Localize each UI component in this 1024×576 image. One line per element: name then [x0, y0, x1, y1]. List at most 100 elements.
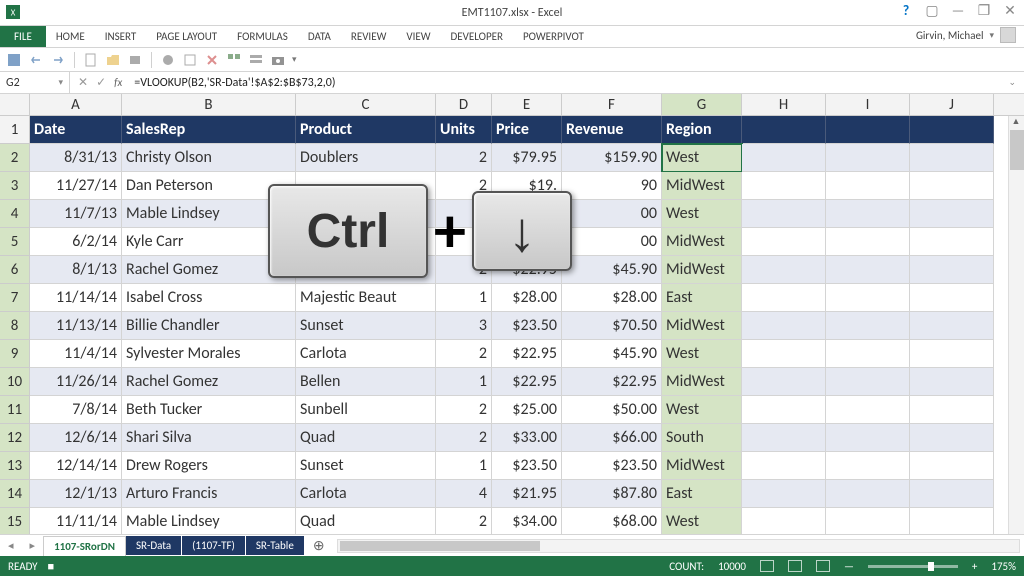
row-header[interactable]: 12 — [0, 424, 30, 452]
cell[interactable]: 11/14/14 — [30, 284, 122, 312]
restore-icon[interactable]: ❐ — [976, 4, 992, 20]
vertical-scrollbar[interactable]: ▲ ▼ — [1008, 116, 1024, 552]
cell[interactable]: 11/7/13 — [30, 200, 122, 228]
header-cell[interactable]: Product — [296, 116, 436, 144]
cell[interactable]: $23.50 — [492, 312, 562, 340]
cell[interactable]: Quad — [296, 508, 436, 536]
col-header-e[interactable]: E — [492, 94, 562, 115]
scroll-thumb[interactable] — [340, 541, 540, 551]
header-cell[interactable] — [910, 116, 994, 144]
col-header-h[interactable]: H — [742, 94, 826, 115]
row-header[interactable]: 7 — [0, 284, 30, 312]
row-header[interactable]: 11 — [0, 396, 30, 424]
cell[interactable] — [742, 508, 826, 536]
col-header-i[interactable]: I — [826, 94, 910, 115]
cell[interactable] — [742, 228, 826, 256]
cell[interactable] — [742, 144, 826, 172]
cell[interactable] — [742, 200, 826, 228]
sheet-nav-next-icon[interactable]: ▸ — [22, 539, 44, 552]
sheet-tab[interactable]: SR-Data — [126, 536, 182, 555]
cell[interactable]: Bellen — [296, 368, 436, 396]
enter-icon[interactable]: ✓ — [96, 75, 106, 90]
cell[interactable]: 00 — [562, 200, 662, 228]
tab-data[interactable]: DATA — [298, 26, 341, 47]
cell[interactable]: $34.00 — [492, 508, 562, 536]
row-header[interactable]: 6 — [0, 256, 30, 284]
tab-file[interactable]: FILE — [0, 26, 46, 47]
cell[interactable]: $87.80 — [562, 480, 662, 508]
form-icon[interactable] — [248, 52, 264, 68]
cell[interactable]: $159.90 — [562, 144, 662, 172]
cell[interactable]: Mable Lindsey — [122, 508, 296, 536]
cell[interactable] — [826, 256, 910, 284]
cell[interactable]: $70.50 — [562, 312, 662, 340]
cell[interactable]: Carlota — [296, 340, 436, 368]
row-header[interactable]: 4 — [0, 200, 30, 228]
cell[interactable] — [742, 480, 826, 508]
cell[interactable]: West — [662, 508, 742, 536]
cell[interactable]: 2 — [436, 144, 492, 172]
row-header[interactable]: 10 — [0, 368, 30, 396]
zoom-thumb[interactable] — [928, 562, 934, 571]
cell[interactable] — [910, 396, 994, 424]
cell[interactable]: $22.95 — [492, 368, 562, 396]
cell[interactable]: MidWest — [662, 228, 742, 256]
cell[interactable] — [742, 396, 826, 424]
cell[interactable] — [742, 172, 826, 200]
cell[interactable] — [910, 508, 994, 536]
cell[interactable]: Carlota — [296, 480, 436, 508]
cell[interactable]: 6/2/14 — [30, 228, 122, 256]
cell[interactable]: 1 — [436, 452, 492, 480]
cell[interactable]: $28.00 — [492, 284, 562, 312]
cell[interactable]: $23.50 — [562, 452, 662, 480]
cell[interactable] — [910, 368, 994, 396]
cell[interactable] — [826, 228, 910, 256]
cell[interactable]: $45.90 — [562, 340, 662, 368]
cell[interactable]: East — [662, 480, 742, 508]
page-layout-view-icon[interactable] — [788, 560, 802, 572]
normal-view-icon[interactable] — [760, 560, 774, 572]
camera-icon[interactable] — [270, 52, 286, 68]
cell[interactable]: 3 — [436, 312, 492, 340]
tab-review[interactable]: REVIEW — [341, 26, 397, 47]
undo-icon[interactable] — [28, 52, 44, 68]
cell[interactable] — [826, 200, 910, 228]
header-cell[interactable] — [742, 116, 826, 144]
select-all-corner[interactable] — [0, 94, 30, 115]
help-icon[interactable]: ? — [898, 4, 914, 20]
cell[interactable]: Sunset — [296, 452, 436, 480]
header-cell[interactable] — [826, 116, 910, 144]
cell[interactable]: West — [662, 340, 742, 368]
user-account[interactable]: Girvin, Michael ▾ — [908, 23, 1024, 47]
tab-view[interactable]: VIEW — [396, 26, 440, 47]
cell[interactable]: Beth Tucker — [122, 396, 296, 424]
cell[interactable] — [910, 284, 994, 312]
sheet-nav-prev-icon[interactable]: ◂ — [0, 539, 22, 552]
cell[interactable]: $23.50 — [492, 452, 562, 480]
cell[interactable]: East — [662, 284, 742, 312]
cell[interactable]: $28.00 — [562, 284, 662, 312]
cell[interactable]: 2 — [436, 396, 492, 424]
cell[interactable]: Sunbell — [296, 396, 436, 424]
cell[interactable] — [742, 368, 826, 396]
header-cell[interactable]: Date — [30, 116, 122, 144]
sheet-tab[interactable]: (1107-TF) — [182, 536, 246, 555]
cell[interactable] — [742, 256, 826, 284]
cell[interactable]: 7/8/14 — [30, 396, 122, 424]
cell[interactable]: 90 — [562, 172, 662, 200]
cell[interactable] — [826, 144, 910, 172]
sheet-tab[interactable]: SR-Table — [246, 536, 305, 555]
cell[interactable]: Drew Rogers — [122, 452, 296, 480]
row-header[interactable]: 8 — [0, 312, 30, 340]
open-icon[interactable] — [105, 52, 121, 68]
qat-customize-icon[interactable]: ▾ — [292, 54, 297, 65]
cell[interactable]: West — [662, 200, 742, 228]
tab-page-layout[interactable]: PAGE LAYOUT — [146, 26, 227, 47]
cell[interactable]: $66.00 — [562, 424, 662, 452]
col-header-g[interactable]: G — [662, 94, 742, 115]
cell[interactable]: Sylvester Morales — [122, 340, 296, 368]
cell[interactable] — [910, 340, 994, 368]
cell[interactable]: $21.95 — [492, 480, 562, 508]
tab-powerpivot[interactable]: POWERPIVOT — [513, 26, 594, 47]
cell[interactable] — [910, 172, 994, 200]
